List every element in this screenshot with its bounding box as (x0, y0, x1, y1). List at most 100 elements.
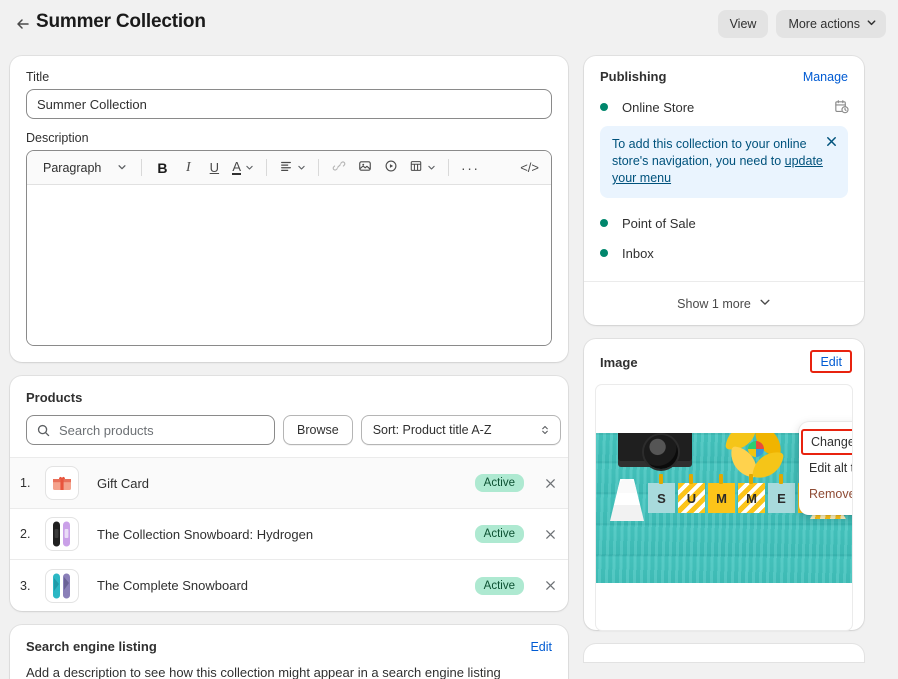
table-row[interactable]: 1. Gift Card Active (10, 458, 568, 509)
channel-name: Inbox (622, 245, 654, 261)
close-icon[interactable] (825, 135, 838, 151)
status-badge: Active (474, 525, 524, 543)
chevron-down-icon (297, 160, 306, 175)
paragraph-style-dropdown[interactable]: Paragraph (35, 156, 133, 180)
top-bar: Summer Collection View More actions (0, 0, 898, 48)
toolbar-divider (266, 159, 268, 176)
product-name: Gift Card (97, 475, 150, 491)
letter-card: U (678, 474, 705, 513)
banner-text: To add this collection to your online st… (612, 136, 824, 187)
page-title: Summer Collection (36, 11, 206, 32)
image-icon (358, 159, 372, 176)
chevron-down-icon (427, 160, 436, 175)
image-preview-frame[interactable]: S U M M E R Change image Edit alt text R… (596, 385, 852, 630)
text-color-button[interactable]: A (228, 156, 258, 180)
edit-image-button[interactable]: Edit (820, 355, 842, 369)
link-icon (332, 159, 346, 176)
description-group: Description Paragraph B I U A ··· </> (26, 131, 552, 346)
view-button[interactable]: View (717, 10, 769, 38)
collection-details-card: Title Description Paragraph (10, 56, 568, 362)
row-index: 3. (20, 578, 31, 593)
more-actions-button[interactable]: More actions (776, 10, 886, 38)
collection-editor-page: Summer Collection View More actions Titl… (0, 0, 898, 679)
sort-dropdown[interactable]: Sort: Product title A-Z (360, 415, 561, 445)
arrow-left-icon (15, 16, 31, 32)
chevron-down-icon (117, 161, 127, 175)
seo-edit-link[interactable]: Edit (530, 640, 552, 654)
table-row[interactable]: 2. The Collection Snowboard: Hydrogen Ac… (10, 509, 568, 560)
product-name: The Complete Snowboard (97, 578, 249, 593)
browse-button[interactable]: Browse (283, 415, 353, 445)
channel-online-store[interactable]: Online Store (584, 92, 864, 122)
main-column: Title Description Paragraph (10, 56, 568, 679)
table-icon (409, 159, 423, 176)
status-badge: Active (474, 474, 524, 492)
gift-card-thumbnail (46, 467, 78, 499)
underline-button[interactable]: U (202, 156, 226, 180)
products-list: 1. Gift Card Active 2. The Collection Sn… (10, 457, 568, 611)
ellipsis-icon: ··· (461, 159, 480, 176)
side-column: Publishing Manage Online Store To add th… (584, 56, 864, 662)
products-card: Products Browse Sort: Product title A-Z (10, 376, 568, 611)
letter-card: E (768, 474, 795, 513)
more-options-button[interactable]: ··· (457, 156, 484, 180)
search-engine-listing-card: Search engine listing Edit Add a descrip… (10, 625, 568, 679)
show-more-label: Show 1 more (677, 296, 751, 311)
up-down-caret-icon (539, 423, 551, 440)
channel-inbox[interactable]: Inbox (584, 238, 864, 268)
remove-product-button[interactable] (538, 522, 562, 546)
editor-toolbar: Paragraph B I U A ··· </> (27, 151, 551, 185)
row-index: 1. (20, 476, 31, 490)
toolbar-divider (141, 159, 143, 176)
pinwheel-prop (724, 433, 786, 481)
image-card-header: Image Edit (584, 339, 864, 373)
insert-image-button[interactable] (353, 156, 377, 180)
description-label: Description (26, 131, 89, 145)
link-button[interactable] (327, 156, 351, 180)
table-row[interactable]: 3. The Complete Snowboard Active (10, 560, 568, 611)
channel-name: Online Store (622, 99, 695, 115)
html-code-button[interactable]: </> (516, 156, 543, 180)
toolbar-divider (448, 159, 450, 176)
chevron-down-icon (866, 16, 877, 32)
letter-card: M (738, 474, 765, 513)
code-icon: </> (520, 160, 539, 175)
row-index: 2. (20, 527, 31, 541)
bold-button[interactable]: B (150, 156, 174, 180)
image-heading: Image (600, 354, 638, 370)
text-color-icon: A (232, 158, 242, 175)
search-input[interactable] (59, 422, 274, 438)
search-products-box[interactable] (26, 415, 275, 445)
remove-product-button[interactable] (538, 471, 562, 495)
align-button[interactable] (275, 156, 310, 180)
italic-button[interactable]: I (176, 156, 200, 180)
back-button[interactable] (12, 13, 34, 35)
rich-text-editor: Paragraph B I U A ··· </> (26, 150, 552, 346)
title-input[interactable] (26, 89, 552, 119)
seo-heading: Search engine listing (26, 639, 157, 654)
complete-snowboard-thumbnail (46, 569, 78, 602)
more-actions-label: More actions (788, 17, 860, 31)
insert-table-button[interactable] (405, 156, 440, 180)
remove-product-button[interactable] (538, 574, 562, 598)
description-textarea[interactable] (27, 185, 551, 345)
chevron-down-icon (759, 296, 771, 311)
status-dot-icon (600, 219, 608, 227)
status-dot-icon (600, 249, 608, 257)
status-dot-icon (600, 103, 608, 111)
align-left-icon (279, 159, 293, 176)
insert-video-button[interactable] (379, 156, 403, 180)
paragraph-style-label: Paragraph (43, 160, 102, 175)
publishing-card: Publishing Manage Online Store To add th… (584, 56, 864, 325)
channel-point-of-sale[interactable]: Point of Sale (584, 208, 864, 238)
edit-alt-text-menu-item[interactable]: Edit alt text (799, 455, 852, 481)
change-image-menu-item[interactable]: Change image (801, 429, 852, 455)
publishing-heading: Publishing (600, 69, 667, 84)
underline-icon: U (209, 160, 220, 175)
banner-message: To add this collection to your online st… (612, 137, 807, 168)
chevron-down-icon (245, 160, 254, 175)
calendar-clock-icon[interactable] (833, 98, 850, 118)
manage-link[interactable]: Manage (803, 70, 848, 84)
show-more-button[interactable]: Show 1 more (584, 281, 864, 325)
remove-image-menu-item[interactable]: Remove (799, 481, 852, 507)
